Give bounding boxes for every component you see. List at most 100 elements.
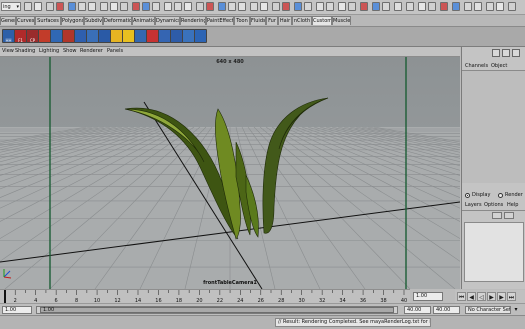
start-time-field[interactable]: 1.00 — [2, 306, 32, 314]
panel-menu-lighting[interactable]: Lighting — [39, 48, 59, 55]
render-layer-radio[interactable] — [498, 193, 503, 198]
status-line-tool-icon[interactable] — [440, 2, 448, 11]
status-line-tool-icon[interactable] — [196, 2, 204, 11]
status-line-tool-icon[interactable] — [260, 2, 268, 11]
shelf-tab-muscle[interactable]: Muscle — [332, 16, 351, 25]
shelf-tab-deformation[interactable]: Deformation — [103, 16, 132, 25]
status-line-tool-icon[interactable] — [294, 2, 302, 11]
status-line-tool-icon[interactable] — [120, 2, 128, 11]
shelf-tab-surfaces[interactable]: Surfaces — [35, 16, 61, 25]
status-line-tool-icon[interactable] — [174, 2, 182, 11]
step-back-key-icon[interactable]: ◀ — [467, 292, 476, 301]
status-line-tool-icon[interactable] — [142, 2, 150, 11]
status-line-tool-icon[interactable] — [46, 2, 54, 11]
status-line-tool-icon[interactable] — [238, 2, 246, 11]
channels-menu[interactable]: Channels — [465, 62, 488, 70]
status-line-tool-icon[interactable] — [78, 2, 86, 11]
object-menu[interactable]: Object — [491, 62, 507, 70]
status-line-tool-icon[interactable] — [474, 2, 482, 11]
current-time-field[interactable]: 1.00 — [413, 292, 443, 301]
shelf-tab-general[interactable]: General — [0, 16, 16, 25]
status-line-tool-icon[interactable] — [496, 2, 504, 11]
status-line-tool-icon[interactable] — [228, 2, 236, 11]
time-slider[interactable]: 2 4 6 8 10 12 14 16 18 20 22 24 26 28 30 32 34 36 38 40 — [0, 289, 410, 304]
shelf-tab-polygons[interactable]: Polygons — [61, 16, 84, 25]
shelf-tab-toon[interactable]: Toon — [234, 16, 250, 25]
status-line-tool-icon[interactable] — [418, 2, 426, 11]
help-line: // Result: Rendering Completed. See maya… — [0, 315, 525, 329]
status-line-tool-icon[interactable] — [132, 2, 140, 11]
status-line-tool-icon[interactable] — [338, 2, 346, 11]
status-line-tool-icon[interactable] — [272, 2, 280, 11]
fluid-shelf-icon[interactable] — [194, 29, 207, 43]
status-line-tool-icon[interactable] — [372, 2, 380, 11]
step-forward-key-icon[interactable]: ▶ — [497, 292, 506, 301]
go-to-end-icon[interactable]: ⏭ — [507, 292, 516, 301]
status-line-tool-icon[interactable] — [452, 2, 460, 11]
new-layer-button[interactable] — [492, 212, 502, 219]
status-line-tool-icon[interactable] — [464, 2, 472, 11]
status-line-tool-icon[interactable] — [428, 2, 436, 11]
shelf-tab-fur[interactable]: Fur — [266, 16, 278, 25]
status-line-tool-icon[interactable] — [360, 2, 368, 11]
tool-settings-toggle-icon[interactable] — [512, 49, 520, 57]
status-line-tool-icon[interactable] — [34, 2, 42, 11]
status-line-tool-icon[interactable] — [56, 2, 64, 11]
status-line-tool-icon[interactable] — [24, 2, 32, 11]
panel-menu-panels[interactable]: Panels — [107, 48, 123, 55]
panel-menu-renderer[interactable]: Renderer — [80, 48, 103, 55]
status-line-tool-icon[interactable] — [282, 2, 290, 11]
end-time-field[interactable]: 40.00 — [433, 306, 460, 314]
character-set-dropdown-icon[interactable]: ▾ — [512, 306, 520, 314]
perspective-viewport[interactable]: 640 x 480 frontTableCamera1 — [0, 57, 460, 289]
status-line-tool-icon[interactable] — [316, 2, 324, 11]
inner-end-field[interactable]: 40.00 — [404, 306, 431, 314]
play-backward-icon[interactable]: ◁ — [477, 292, 486, 301]
status-line-tool-icon[interactable] — [184, 2, 192, 11]
shelf-tab-custom[interactable]: Custom — [312, 16, 332, 25]
go-to-start-icon[interactable]: ⏮ — [457, 292, 466, 301]
status-line-tool-icon[interactable] — [406, 2, 414, 11]
shelf-tab-hair[interactable]: Hair — [278, 16, 292, 25]
status-line-tool-icon[interactable] — [394, 2, 402, 11]
panel-menu-show[interactable]: Show — [63, 48, 77, 55]
status-line-tool-icon[interactable] — [382, 2, 390, 11]
panel-menu-shading[interactable]: Shading — [15, 48, 35, 55]
layers-menu[interactable]: Layers — [465, 202, 482, 209]
shelf-tab-rendering[interactable]: Rendering — [180, 16, 206, 25]
layer-list[interactable] — [464, 222, 524, 282]
status-line-tool-icon[interactable] — [88, 2, 96, 11]
status-line-tool-icon[interactable] — [250, 2, 258, 11]
shelf-tab-dynamics[interactable]: Dynamics — [155, 16, 180, 25]
shelf-tab-painteffects[interactable]: PaintEffects — [206, 16, 234, 25]
shelf-tab-animation[interactable]: Animation — [132, 16, 155, 25]
help-menu[interactable]: Help — [507, 202, 518, 209]
play-forward-icon[interactable]: ▶ — [487, 292, 496, 301]
status-line-tool-icon[interactable] — [206, 2, 214, 11]
shelf-tab-curves[interactable]: Curves — [16, 16, 35, 25]
menu-set-dropdown[interactable]: ing — [1, 2, 21, 12]
shelf-tab-fluids[interactable]: Fluids — [250, 16, 266, 25]
current-time-marker[interactable] — [4, 290, 6, 303]
status-line-tool-icon[interactable] — [152, 2, 160, 11]
range-slider-handle[interactable]: 1.00 — [40, 307, 394, 313]
options-menu[interactable]: Options — [484, 202, 503, 209]
shelf-tab-ncloth[interactable]: nCloth — [292, 16, 312, 25]
panel-menu-view[interactable]: View — [2, 48, 14, 55]
status-line-tool-icon[interactable] — [326, 2, 334, 11]
status-line-tool-icon[interactable] — [304, 2, 312, 11]
status-line-tool-icon[interactable] — [110, 2, 118, 11]
shelf-tab-subdivs[interactable]: Subdivs — [84, 16, 103, 25]
status-line-tool-icon[interactable] — [218, 2, 226, 11]
status-line-tool-icon[interactable] — [100, 2, 108, 11]
status-line-tool-icon[interactable] — [68, 2, 76, 11]
character-set-field[interactable]: No Character Set — [465, 306, 511, 314]
status-line-tool-icon[interactable] — [508, 2, 516, 11]
channel-box-toggle-icon[interactable] — [492, 49, 500, 57]
display-layer-radio[interactable] — [465, 193, 470, 198]
status-line-tool-icon[interactable] — [486, 2, 494, 11]
status-line-tool-icon[interactable] — [348, 2, 356, 11]
attribute-editor-toggle-icon[interactable] — [502, 49, 510, 57]
status-line-tool-icon[interactable] — [164, 2, 172, 11]
new-layer-selected-button[interactable] — [504, 212, 514, 219]
